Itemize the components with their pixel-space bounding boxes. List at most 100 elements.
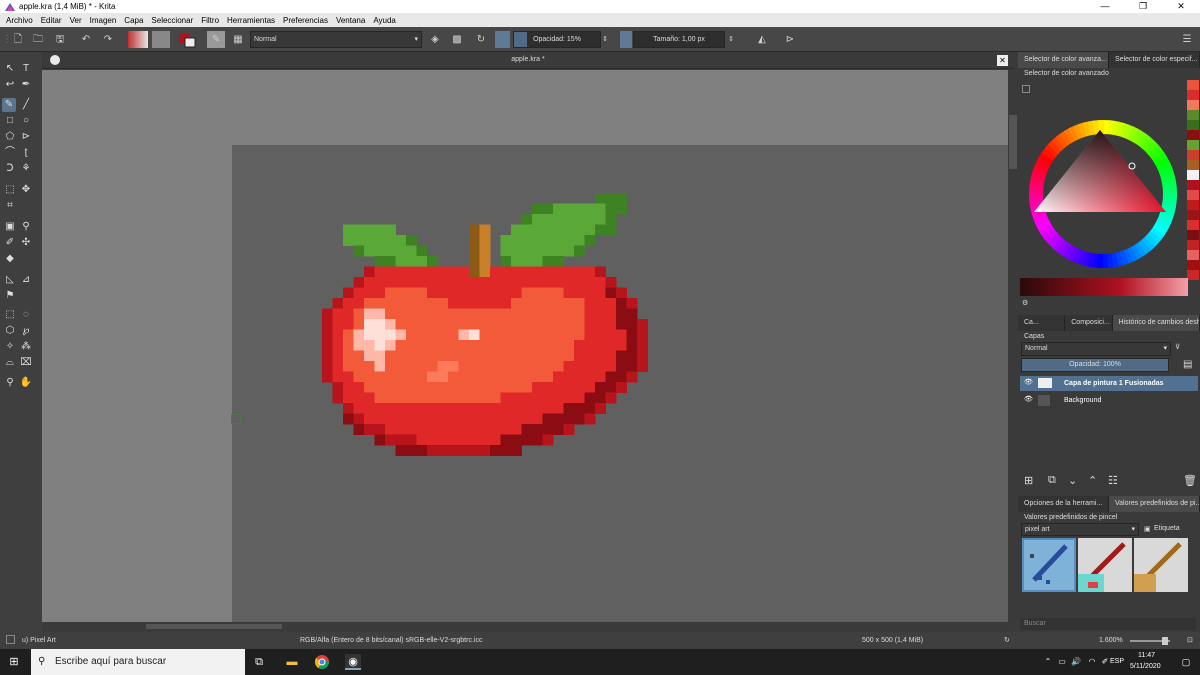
line-tool-icon[interactable]: ╱: [19, 98, 33, 112]
colorize-mask-tool-icon[interactable]: ✐: [3, 236, 17, 250]
file-explorer-icon[interactable]: ▬: [284, 654, 300, 670]
magnetic-select-tool-icon[interactable]: ⌧: [19, 356, 33, 370]
brush-preset-thumb[interactable]: [1022, 538, 1076, 592]
palette-swatch[interactable]: [1187, 200, 1199, 210]
assistant-tool-icon[interactable]: ◺: [3, 273, 17, 287]
fit-canvas-icon[interactable]: ⊡: [1187, 636, 1193, 644]
reload-preset-icon[interactable]: ↻: [474, 31, 488, 48]
palette-swatch[interactable]: [1187, 190, 1199, 200]
palette-swatch[interactable]: [1187, 270, 1199, 280]
tab-undo-history[interactable]: Histórico de cambios deshe...: [1112, 315, 1200, 331]
tag-button[interactable]: Etiqueta: [1154, 525, 1180, 532]
alpha-lock-icon[interactable]: ▩: [450, 31, 464, 48]
rect-select-tool-icon[interactable]: ⬚: [3, 308, 17, 322]
menu-imagen[interactable]: Imagen: [90, 16, 117, 25]
tab-specific-color-selector[interactable]: Selector de color especif...: [1109, 52, 1200, 68]
maximize-button[interactable]: ❐: [1124, 0, 1162, 13]
brush-preset-icon[interactable]: ✎: [207, 31, 225, 48]
measure-tool-icon[interactable]: ⊿: [19, 273, 33, 287]
size-slider[interactable]: Tamaño: 1,00 px: [633, 31, 725, 48]
taskbar-search[interactable]: ⚲ Escribe aquí para buscar: [31, 649, 245, 675]
freehand-select-tool-icon[interactable]: ℘: [19, 324, 33, 338]
layer-row[interactable]: 👁 Background: [1020, 393, 1198, 408]
rotate-reset-icon[interactable]: ↻: [1004, 636, 1010, 644]
contiguous-select-tool-icon[interactable]: ✧: [3, 340, 17, 354]
palette-swatch[interactable]: [1187, 110, 1199, 120]
smart-patch-tool-icon[interactable]: ✣: [19, 236, 33, 250]
similar-select-tool-icon[interactable]: ⁂: [19, 340, 33, 354]
volume-icon[interactable]: 🔊: [1068, 654, 1084, 670]
canvas-area[interactable]: [42, 70, 1008, 622]
tab-compositions[interactable]: Composici...: [1065, 315, 1113, 331]
select-shapes-tool-icon[interactable]: ↖: [3, 62, 17, 76]
bezier-select-tool-icon[interactable]: ⌓: [3, 356, 17, 370]
move-layer-up-icon[interactable]: ⌃: [1088, 474, 1097, 487]
layer-opacity-slider[interactable]: Opacidad: 100%: [1021, 358, 1169, 372]
close-document-icon[interactable]: ✕: [997, 55, 1008, 66]
calligraphy-tool-icon[interactable]: ✒: [19, 78, 33, 92]
language-indicator[interactable]: ESP: [1110, 658, 1124, 665]
zoom-slider-handle[interactable]: [1162, 637, 1168, 645]
menu-ver[interactable]: Ver: [70, 16, 82, 25]
layer-row[interactable]: 👁 Capa de pintura 1 Fusionadas: [1020, 376, 1198, 391]
gradient-selector-icon[interactable]: [128, 31, 148, 48]
bezier-tool-icon[interactable]: ⌒: [3, 146, 17, 160]
horizontal-scroll-thumb[interactable]: [146, 624, 282, 629]
palette-swatch[interactable]: [1187, 230, 1199, 240]
mirror-horizontal-icon[interactable]: ◭: [754, 31, 770, 48]
preset-tag-select[interactable]: pixel art ▾: [1021, 523, 1139, 536]
clock-date[interactable]: 5/11/2020: [1130, 663, 1161, 670]
palette-swatch[interactable]: [1187, 210, 1199, 220]
windows-start-icon[interactable]: ⊞: [6, 654, 22, 670]
palette-swatch[interactable]: [1187, 180, 1199, 190]
tab-advanced-color-selector[interactable]: Selector de color avanza...: [1018, 52, 1109, 68]
blend-mode-select[interactable]: Normal ▾: [250, 31, 422, 48]
color-wheel[interactable]: [1020, 92, 1188, 292]
size-spin-icon[interactable]: ⇕: [727, 31, 735, 48]
palette-swatch[interactable]: [1187, 170, 1199, 180]
gradient-tool-icon[interactable]: ▣: [3, 220, 17, 234]
canvas-horizontal-scrollbar[interactable]: [42, 622, 1008, 631]
color-shade-strip[interactable]: [1020, 278, 1188, 296]
brush-preset-thumb[interactable]: [1078, 538, 1132, 592]
undo-icon[interactable]: ↶: [78, 31, 94, 48]
toolbar-menu-icon[interactable]: ☰: [1180, 31, 1194, 48]
eraser-mode-icon[interactable]: ◈: [428, 31, 442, 48]
krita-taskbar-icon[interactable]: ◉: [345, 654, 361, 670]
edit-shapes-tool-icon[interactable]: ↩: [3, 78, 17, 92]
tab-tool-options[interactable]: Opciones de la herrami...: [1018, 496, 1109, 512]
task-view-icon[interactable]: ⧉: [251, 654, 267, 670]
dynamic-brush-tool-icon[interactable]: Ↄ: [3, 162, 17, 176]
move-tool-icon[interactable]: ✥: [19, 183, 33, 197]
reference-images-tool-icon[interactable]: ⚑: [3, 289, 17, 303]
close-button[interactable]: ✕: [1162, 0, 1200, 13]
current-brush-label[interactable]: u) Pixel Art: [22, 637, 56, 644]
brush-preset-thumb[interactable]: [1134, 538, 1188, 592]
palette-swatch[interactable]: [1187, 250, 1199, 260]
polygon-tool-icon[interactable]: ⬠: [3, 130, 17, 144]
palette-swatch[interactable]: [1187, 90, 1199, 100]
preset-search-input[interactable]: Buscar: [1020, 618, 1196, 630]
palette-swatch[interactable]: [1187, 100, 1199, 110]
open-document-icon[interactable]: 🗀: [30, 31, 46, 48]
save-document-icon[interactable]: 🖫: [52, 31, 68, 48]
brush-settings-icon[interactable]: ▦: [231, 31, 245, 48]
document-canvas[interactable]: [232, 145, 1008, 622]
chrome-icon[interactable]: [314, 654, 330, 670]
menu-capa[interactable]: Capa: [124, 16, 143, 25]
palette-swatch[interactable]: [1187, 80, 1199, 90]
duplicate-layer-icon[interactable]: ⧉: [1048, 474, 1056, 487]
move-layer-down-icon[interactable]: ⌄: [1068, 474, 1077, 487]
menu-ayuda[interactable]: Ayuda: [373, 16, 396, 25]
crop-tool-icon[interactable]: ⌗: [3, 199, 17, 213]
text-tool-icon[interactable]: T: [19, 62, 33, 76]
menu-seleccionar[interactable]: Seleccionar: [151, 16, 193, 25]
opacity-spin-icon[interactable]: ⇕: [601, 31, 609, 48]
vertical-scroll-thumb[interactable]: [1009, 115, 1017, 169]
freehand-path-tool-icon[interactable]: ʈ: [19, 146, 33, 160]
visibility-eye-icon[interactable]: 👁: [1024, 378, 1033, 386]
fg-bg-color-icon[interactable]: [178, 31, 196, 48]
fill-tool-icon[interactable]: ◆: [3, 252, 17, 266]
transform-tool-icon[interactable]: ⬚: [3, 183, 17, 197]
canvas-vertical-scrollbar[interactable]: [1008, 70, 1018, 622]
